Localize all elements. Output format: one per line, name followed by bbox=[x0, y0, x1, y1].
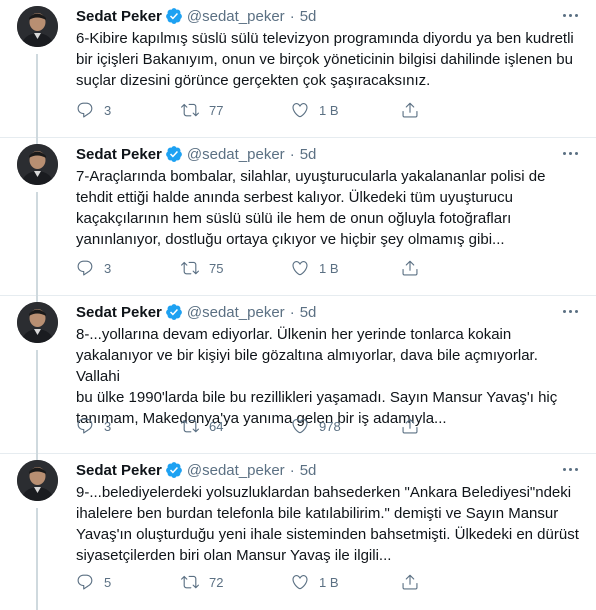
reply-button[interactable]: 3 bbox=[76, 100, 111, 120]
more-icon[interactable] bbox=[560, 8, 580, 22]
separator-dot: · bbox=[289, 145, 295, 163]
reply-count: 3 bbox=[104, 260, 112, 276]
thread-connector bbox=[36, 54, 38, 138]
tweet-timestamp[interactable]: 5d bbox=[300, 8, 317, 25]
author-name[interactable]: Sedat Peker bbox=[76, 8, 162, 25]
author-name[interactable]: Sedat Peker bbox=[76, 146, 162, 163]
like-count: 1 B bbox=[319, 102, 339, 118]
author-handle[interactable]: @sedat_peker bbox=[187, 146, 285, 163]
reply-button[interactable]: 3 bbox=[76, 416, 111, 436]
tweet-actions: 3 75 1 B bbox=[76, 258, 506, 278]
share-icon bbox=[401, 417, 419, 435]
share-button[interactable] bbox=[401, 258, 419, 278]
retweet-icon bbox=[181, 101, 199, 119]
verified-badge-icon bbox=[165, 7, 183, 25]
like-icon bbox=[291, 417, 309, 435]
like-icon bbox=[291, 259, 309, 277]
reply-count: 5 bbox=[104, 574, 112, 590]
reply-count: 3 bbox=[104, 102, 112, 118]
avatar[interactable] bbox=[17, 302, 58, 343]
separator-dot: · bbox=[289, 303, 295, 321]
tweet-text: 6-Kibire kapılmış süslü sülü televizyon … bbox=[76, 30, 574, 89]
retweet-icon bbox=[181, 417, 199, 435]
like-count: 1 B bbox=[319, 574, 339, 590]
tweet-header: Sedat Peker @sedat_peker · 5d bbox=[76, 6, 316, 26]
like-button[interactable]: 1 B bbox=[291, 572, 339, 592]
share-button[interactable] bbox=[401, 100, 419, 120]
reply-button[interactable]: 5 bbox=[76, 572, 111, 592]
share-icon bbox=[401, 573, 419, 591]
verified-badge-icon bbox=[165, 303, 183, 321]
tweet-header: Sedat Peker @sedat_peker · 5d bbox=[76, 302, 316, 322]
tweet[interactable]: Sedat Peker @sedat_peker · 5d 6-Kibire k… bbox=[0, 0, 596, 138]
author-name[interactable]: Sedat Peker bbox=[76, 462, 162, 479]
like-count: 1 B bbox=[319, 260, 339, 276]
like-icon bbox=[291, 101, 309, 119]
tweet-thread: Sedat Peker @sedat_peker · 5d 6-Kibire k… bbox=[0, 0, 596, 610]
avatar[interactable] bbox=[17, 460, 58, 501]
retweet-icon bbox=[181, 259, 199, 277]
like-button[interactable]: 978 bbox=[291, 416, 341, 436]
retweet-button[interactable]: 77 bbox=[181, 100, 223, 120]
like-button[interactable]: 1 B bbox=[291, 258, 339, 278]
reply-icon bbox=[76, 101, 94, 119]
tweet[interactable]: Sedat Peker @sedat_peker · 5d 8-...yolla… bbox=[0, 296, 596, 454]
tweet-actions: 3 64 978 bbox=[76, 416, 506, 436]
reply-button[interactable]: 3 bbox=[76, 258, 111, 278]
tweet-actions: 3 77 1 B bbox=[76, 100, 506, 120]
author-handle[interactable]: @sedat_peker bbox=[187, 304, 285, 321]
tweet-timestamp[interactable]: 5d bbox=[300, 304, 317, 321]
author-name[interactable]: Sedat Peker bbox=[76, 304, 162, 321]
retweet-count: 77 bbox=[209, 102, 224, 118]
retweet-button[interactable]: 64 bbox=[181, 416, 223, 436]
avatar[interactable] bbox=[17, 6, 58, 47]
more-icon[interactable] bbox=[560, 304, 580, 318]
retweet-count: 64 bbox=[209, 418, 224, 434]
tweet-text: 9-...belediyelerdeki yolsuzluklardan bah… bbox=[76, 484, 579, 564]
tweet-timestamp[interactable]: 5d bbox=[300, 146, 317, 163]
verified-badge-icon bbox=[165, 145, 183, 163]
share-button[interactable] bbox=[401, 572, 419, 592]
separator-dot: · bbox=[289, 7, 295, 25]
tweet-timestamp[interactable]: 5d bbox=[300, 462, 317, 479]
like-count: 978 bbox=[319, 418, 341, 434]
tweet-header: Sedat Peker @sedat_peker · 5d bbox=[76, 460, 316, 480]
thread-connector bbox=[36, 350, 38, 454]
tweet[interactable]: Sedat Peker @sedat_peker · 5d 9-...beled… bbox=[0, 454, 596, 610]
author-handle[interactable]: @sedat_peker bbox=[187, 8, 285, 25]
like-button[interactable]: 1 B bbox=[291, 100, 339, 120]
reply-icon bbox=[76, 259, 94, 277]
reply-icon bbox=[76, 573, 94, 591]
more-icon[interactable] bbox=[560, 462, 580, 476]
avatar[interactable] bbox=[17, 144, 58, 185]
separator-dot: · bbox=[289, 461, 295, 479]
retweet-count: 75 bbox=[209, 260, 224, 276]
thread-connector bbox=[36, 192, 38, 296]
share-button[interactable] bbox=[401, 416, 419, 436]
retweet-icon bbox=[181, 573, 199, 591]
share-icon bbox=[401, 259, 419, 277]
retweet-count: 72 bbox=[209, 574, 224, 590]
tweet-actions: 5 72 1 B bbox=[76, 572, 506, 592]
retweet-button[interactable]: 72 bbox=[181, 572, 223, 592]
tweet-header: Sedat Peker @sedat_peker · 5d bbox=[76, 144, 316, 164]
thread-connector bbox=[36, 508, 38, 610]
retweet-button[interactable]: 75 bbox=[181, 258, 223, 278]
tweet-text: 7-Araçlarında bombalar, silahlar, uyuştu… bbox=[76, 168, 546, 248]
like-icon bbox=[291, 573, 309, 591]
reply-count: 3 bbox=[104, 418, 112, 434]
reply-icon bbox=[76, 417, 94, 435]
tweet[interactable]: Sedat Peker @sedat_peker · 5d 7-Araçları… bbox=[0, 138, 596, 296]
verified-badge-icon bbox=[165, 461, 183, 479]
more-icon[interactable] bbox=[560, 146, 580, 160]
author-handle[interactable]: @sedat_peker bbox=[187, 462, 285, 479]
share-icon bbox=[401, 101, 419, 119]
tweet-text: 8-...yollarına devam ediyorlar. Ülkenin … bbox=[76, 326, 558, 427]
